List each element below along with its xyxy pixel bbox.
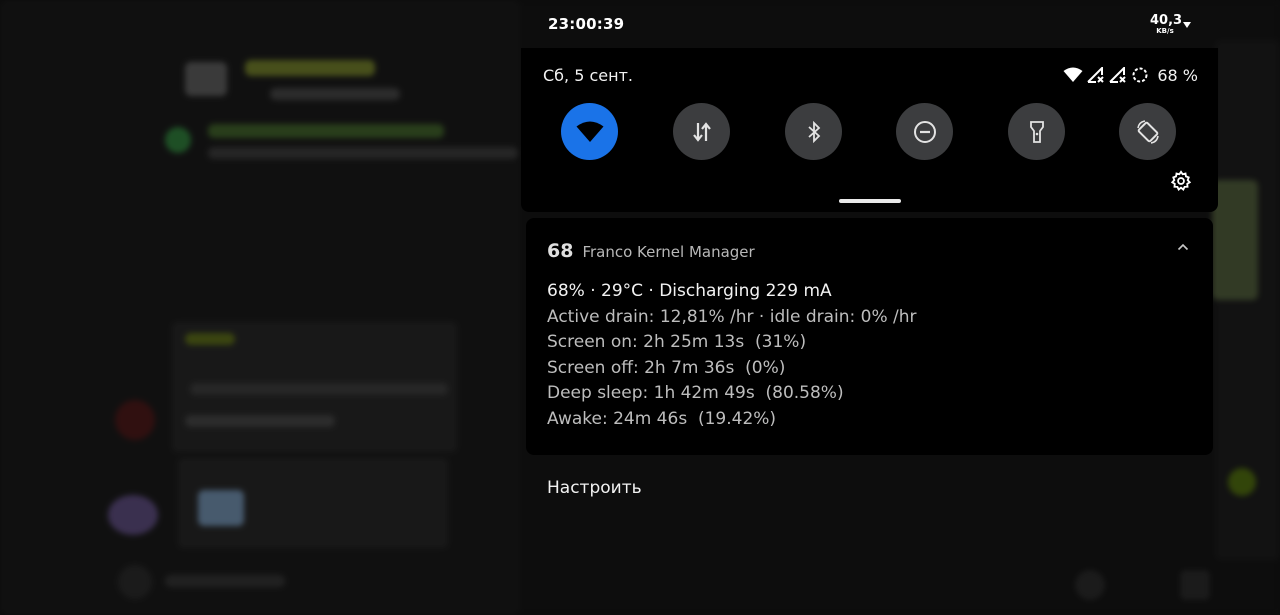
notification-body: 68% · 29°C · Discharging 229 mA Active d… [547, 279, 917, 432]
notification-line: Screen off: 2h 7m 36s (0%) [547, 357, 786, 378]
notification-app-icon: 68 [547, 240, 574, 262]
mobile-data-tile[interactable] [673, 103, 730, 160]
customize-button[interactable]: Настроить [547, 478, 642, 498]
notification-line: Active drain: 12,81% /hr · idle drain: 0… [547, 306, 917, 327]
triangle-down-icon [1183, 22, 1191, 28]
data-arrows-icon [692, 121, 711, 142]
notification-card[interactable]: 68 Franco Kernel Manager 68% · 29°C · Di… [526, 218, 1213, 455]
notification-line: 68% · 29°C · Discharging 229 mA [547, 281, 832, 301]
battery-percent: 68 % [1157, 65, 1198, 85]
dnd-icon [913, 120, 936, 143]
notification-app-name: Franco Kernel Manager [582, 243, 755, 261]
notification-line: Deep sleep: 1h 42m 49s (80.58%) [547, 383, 844, 403]
no-signal-sim1-icon [1087, 67, 1105, 83]
net-speed-unit: KB/s [1156, 27, 1174, 35]
clock: 23:00:39 [548, 15, 625, 33]
gear-icon[interactable] [1170, 170, 1192, 192]
net-speed-value: 40,3 [1150, 13, 1183, 28]
battery-saver-ring-icon [1132, 67, 1148, 83]
notification-line: Screen on: 2h 25m 13s (31%) [547, 332, 807, 352]
quick-settings-panel: Сб, 5 сент. 68 % [521, 48, 1218, 212]
wifi-tile[interactable] [561, 103, 618, 160]
no-signal-sim2-icon [1109, 67, 1127, 83]
chevron-up-icon[interactable] [1177, 243, 1189, 251]
do-not-disturb-tile[interactable] [896, 103, 953, 160]
date-label: Сб, 5 сент. [543, 66, 633, 85]
net-speed-indicator: 40,3 KB/s [1150, 13, 1183, 35]
notification-line: Awake: 24m 46s (19.42%) [547, 408, 777, 429]
qs-status-icons: 68 % [1063, 65, 1198, 85]
auto-rotate-tile[interactable] [1119, 103, 1176, 160]
rotate-icon [1136, 119, 1159, 144]
flashlight-tile[interactable] [1008, 103, 1065, 160]
flashlight-icon [1029, 120, 1044, 143]
notification-header: 68 Franco Kernel Manager [547, 240, 755, 262]
bluetooth-icon [807, 120, 820, 143]
bluetooth-tile[interactable] [785, 103, 842, 160]
wifi-icon [576, 121, 603, 142]
status-bar: 23:00:39 40,3 KB/s [0, 0, 1280, 48]
panel-drag-handle[interactable] [839, 199, 901, 203]
wifi-icon [1063, 67, 1083, 82]
